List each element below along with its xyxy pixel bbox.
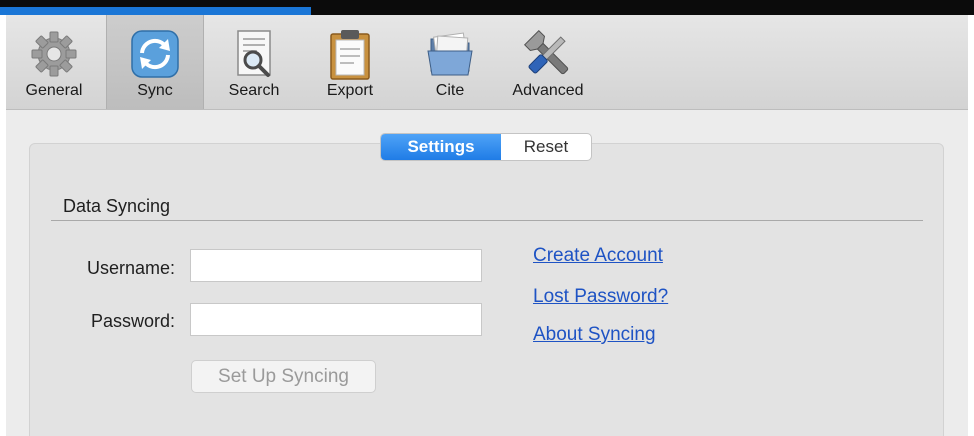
lost-password-link[interactable]: Lost Password?: [533, 286, 668, 308]
toolbar-item-search[interactable]: Search: [206, 15, 302, 109]
section-title-data-syncing: Data Syncing: [63, 196, 171, 216]
toolbar-item-cite[interactable]: Cite: [402, 15, 498, 109]
gear-icon: [31, 31, 77, 77]
username-input[interactable]: [190, 249, 482, 282]
toolbar-label-general: General: [25, 82, 83, 99]
sync-settings-panel: [29, 143, 944, 436]
tab-settings[interactable]: Settings: [381, 134, 501, 160]
toolbar-label-search: Search: [228, 82, 280, 99]
password-label: Password:: [90, 311, 175, 331]
settings-reset-tabs: Settings Reset: [380, 133, 592, 161]
toolbar-item-advanced[interactable]: Advanced: [498, 15, 598, 109]
clipboard-icon: [330, 30, 370, 80]
toolbar-label-sync: Sync: [137, 82, 173, 99]
create-account-link[interactable]: Create Account: [533, 245, 663, 267]
preferences-toolbar: General Sync Search Export Cite Advanced: [6, 15, 968, 110]
window-top-bar: [0, 0, 974, 15]
username-label: Username:: [86, 258, 175, 278]
about-syncing-link[interactable]: About Syncing: [533, 324, 656, 346]
tab-reset[interactable]: Reset: [501, 134, 591, 160]
toolbar-item-export[interactable]: Export: [302, 15, 398, 109]
toolbar-item-general[interactable]: General: [6, 15, 102, 109]
toolbar-label-cite: Cite: [435, 82, 465, 99]
tools-icon: [523, 29, 569, 75]
password-input[interactable]: [190, 303, 482, 336]
sync-icon: [131, 30, 179, 78]
toolbar-label-advanced: Advanced: [512, 82, 584, 99]
set-up-syncing-button[interactable]: Set Up Syncing: [191, 360, 376, 393]
search-document-icon: [237, 30, 271, 77]
section-divider: [51, 220, 923, 221]
folder-icon: [427, 32, 473, 76]
toolbar-label-export: Export: [326, 82, 374, 99]
toolbar-item-sync[interactable]: Sync: [106, 15, 204, 109]
progress-bar: [0, 7, 311, 15]
preferences-window: General Sync Search Export Cite Advanced…: [6, 15, 968, 436]
